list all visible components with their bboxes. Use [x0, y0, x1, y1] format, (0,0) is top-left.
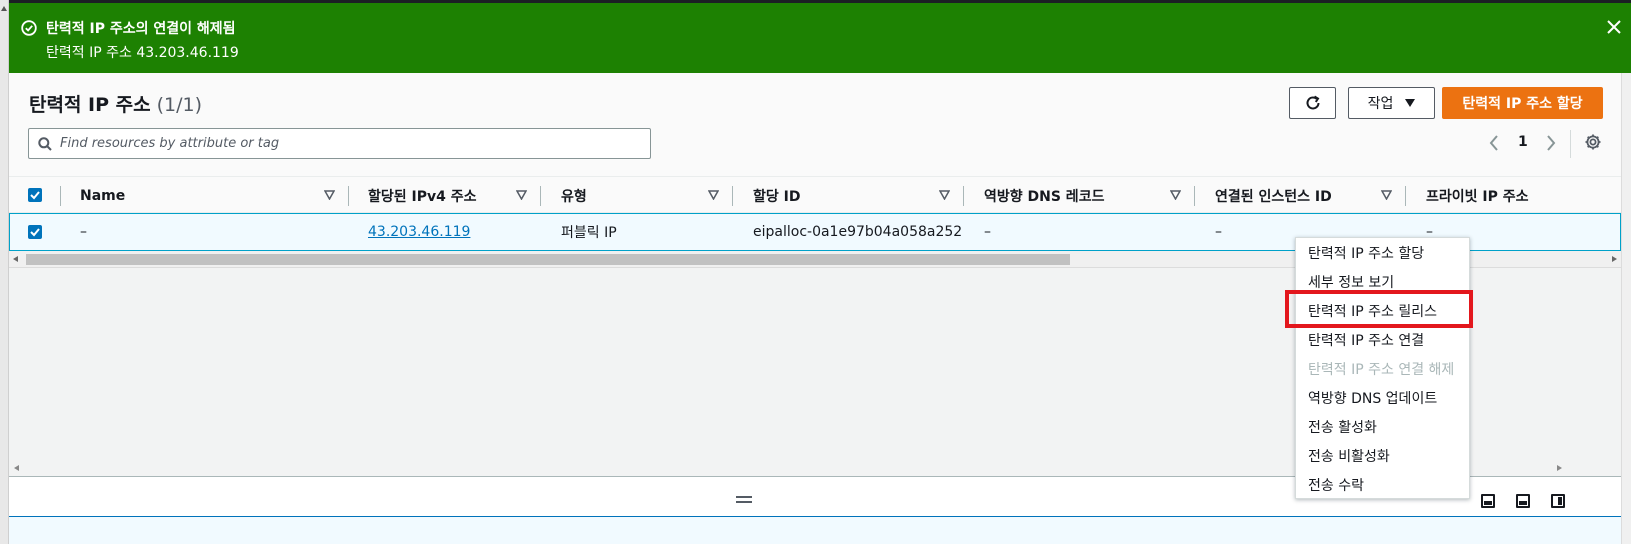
column-divider — [732, 186, 733, 206]
allocate-eip-label: 탄력적 IP 주소 할당 — [1462, 96, 1583, 112]
sort-icon[interactable] — [708, 190, 719, 200]
column-divider — [1405, 186, 1406, 206]
column-header-private-ip[interactable]: 프라이빗 IP 주소 — [1426, 177, 1529, 214]
left-scroll-gutter — [0, 0, 9, 544]
split-panel-header — [9, 516, 1621, 544]
cell-name: – — [80, 224, 87, 240]
column-header-ipv4[interactable]: 할당된 IPv4 주소 — [368, 177, 477, 214]
menu-item-associate[interactable]: 탄력적 IP 주소 연결 — [1296, 325, 1469, 354]
scroll-left-arrow-icon[interactable] — [13, 256, 18, 262]
scroll-right-arrow-icon[interactable] — [1612, 256, 1617, 262]
select-all-checkbox[interactable] — [28, 188, 42, 202]
allocate-eip-button[interactable]: 탄력적 IP 주소 할당 — [1442, 87, 1603, 119]
success-flashbar: 탄력적 IP 주소의 연결이 해제됨 탄력적 IP 주소 43.203.46.1… — [9, 3, 1631, 73]
actions-label: 작업 — [1367, 96, 1394, 112]
success-check-icon — [21, 20, 37, 36]
column-divider — [963, 186, 964, 206]
sort-icon[interactable] — [324, 190, 335, 200]
column-header-instance-id[interactable]: 연결된 인스턴스 ID — [1215, 177, 1332, 214]
menu-item-update-reverse-dns[interactable]: 역방향 DNS 업데이트 — [1296, 383, 1469, 412]
chevron-left-icon[interactable] — [1487, 133, 1501, 153]
release-highlight-box — [1285, 290, 1473, 328]
chevron-right-icon[interactable] — [1544, 133, 1558, 153]
sort-icon[interactable] — [516, 190, 527, 200]
table-header-row: Name 할당된 IPv4 주소 유형 할당 ID 역방향 DNS 레코드 연결… — [9, 176, 1621, 213]
scroll-right-arrow-icon[interactable] — [1557, 465, 1562, 471]
panel-side-icon[interactable] — [1516, 494, 1530, 508]
flash-message: 탄력적 IP 주소 43.203.46.119 — [46, 45, 239, 61]
column-divider — [348, 186, 349, 206]
row-checkbox[interactable] — [28, 225, 42, 239]
caret-down-icon — [1405, 99, 1416, 107]
panel-bottom-icon[interactable] — [1481, 494, 1495, 508]
column-header-reverse-dns[interactable]: 역방향 DNS 레코드 — [984, 177, 1104, 214]
page-title-text: 탄력적 IP 주소 — [29, 94, 151, 116]
resize-handle-icon[interactable] — [736, 496, 752, 503]
refresh-button[interactable] — [1289, 87, 1336, 119]
menu-item-accept-transfer[interactable]: 전송 수락 — [1296, 470, 1469, 499]
actions-dropdown-button[interactable]: 작업 — [1348, 87, 1435, 119]
check-icon — [30, 228, 40, 237]
right-scroll-gutter[interactable] — [1621, 73, 1631, 544]
refresh-icon — [1306, 95, 1319, 110]
scroll-left-arrow-icon[interactable] — [14, 465, 19, 471]
ipv4-link[interactable]: 43.203.46.119 — [368, 224, 470, 240]
search-icon — [38, 137, 52, 151]
cell-allocation-id: eipalloc-0a1e97b04a058a252 — [753, 224, 963, 240]
scroll-up-arrow-icon[interactable] — [1, 6, 7, 11]
column-divider — [1194, 186, 1195, 206]
pager-divider — [1570, 130, 1571, 158]
gear-icon[interactable] — [1584, 133, 1602, 151]
menu-item-disassociate: 탄력적 IP 주소 연결 해제 — [1308, 361, 1455, 378]
cell-type: 퍼블릭 IP — [561, 225, 617, 241]
menu-item-disable-transfer[interactable]: 전송 비활성화 — [1296, 441, 1469, 470]
column-divider — [540, 186, 541, 206]
page-title: 탄력적 IP 주소 (1/1) — [29, 90, 202, 117]
panel-right-icon[interactable] — [1551, 494, 1565, 508]
menu-item-allocate[interactable]: 탄력적 IP 주소 할당 — [1296, 238, 1469, 267]
column-header-allocation-id[interactable]: 할당 ID — [753, 177, 800, 214]
search-input[interactable] — [60, 129, 645, 158]
column-divider — [60, 186, 61, 206]
column-header-name[interactable]: Name — [80, 177, 125, 214]
sort-icon[interactable] — [939, 190, 950, 200]
search-bar — [28, 128, 651, 159]
cell-instance-id: – — [1215, 224, 1222, 240]
column-header-type[interactable]: 유형 — [561, 177, 587, 214]
flash-title: 탄력적 IP 주소의 연결이 해제됨 — [46, 21, 236, 37]
scrollbar-thumb[interactable] — [26, 254, 1070, 265]
sort-icon[interactable] — [1170, 190, 1181, 200]
selection-count: (1/1) — [156, 94, 203, 116]
cell-reverse-dns: – — [984, 224, 991, 240]
page-number[interactable]: 1 — [1518, 134, 1528, 150]
actions-menu: 탄력적 IP 주소 할당 세부 정보 보기 탄력적 IP 주소 릴리스 탄력적 … — [1295, 237, 1470, 499]
menu-item-enable-transfer[interactable]: 전송 활성화 — [1296, 412, 1469, 441]
check-icon — [30, 191, 40, 200]
sort-icon[interactable] — [1381, 190, 1392, 200]
close-icon[interactable] — [1605, 18, 1623, 36]
